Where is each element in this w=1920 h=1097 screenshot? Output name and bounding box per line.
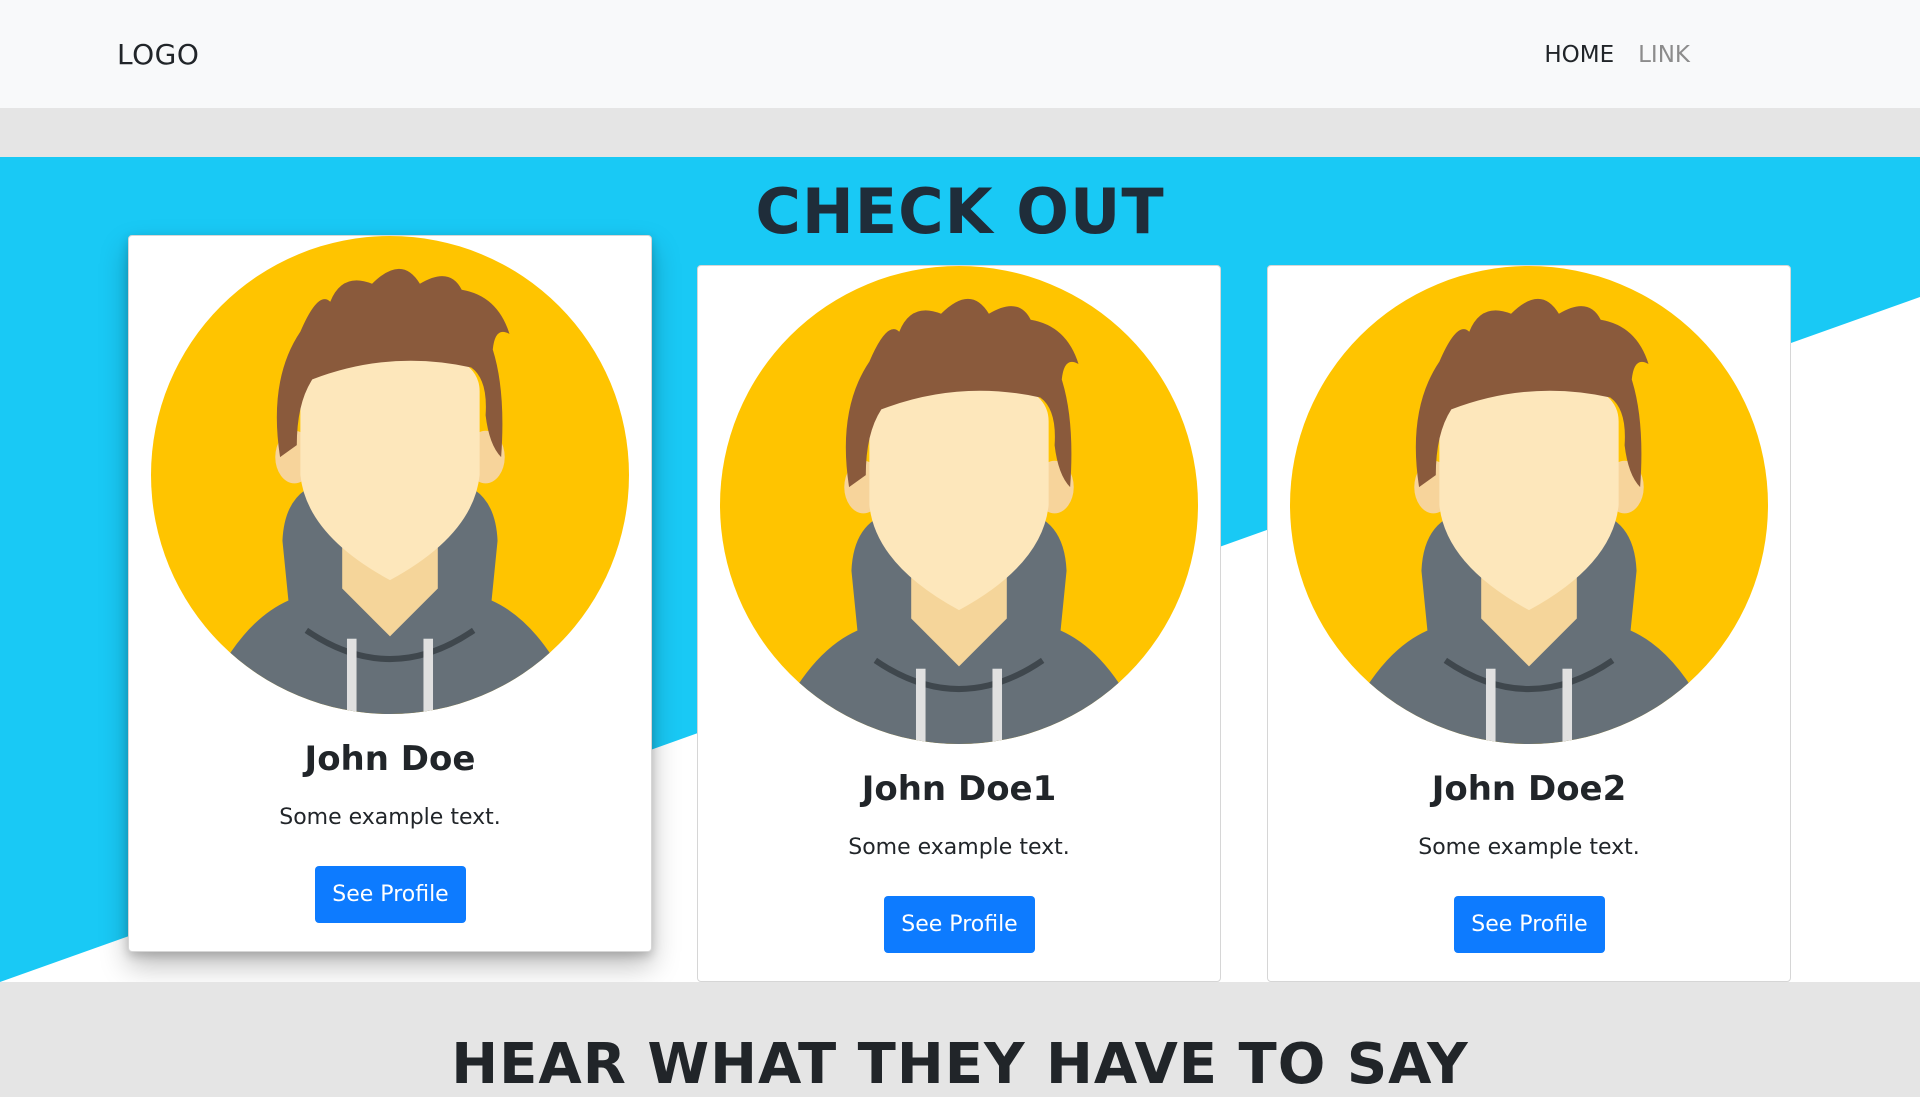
nav-link-home[interactable]: HOME [1544,42,1614,68]
user-avatar-icon [720,266,1198,744]
hero-section: CHECK OUT John Doe Some example text. Se… [0,157,1920,982]
see-profile-button[interactable]: See Profile [884,896,1035,953]
testimonials-title: HEAR WHAT THEY HAVE TO SAY [451,1032,1469,1097]
user-avatar-icon [151,236,629,714]
nav-link-link[interactable]: LINK [1638,42,1690,68]
navbar: LOGO HOME LINK [0,0,1920,108]
logo[interactable]: LOGO [117,38,199,71]
see-profile-button[interactable]: See Profile [1454,896,1605,953]
profile-card: John Doe2 Some example text. See Profile [1267,265,1791,982]
see-profile-button[interactable]: See Profile [315,866,466,923]
card-text: Some example text. [1418,835,1640,860]
card-text: Some example text. [848,835,1070,860]
user-avatar-icon [1290,266,1768,744]
card-text: Some example text. [279,805,501,830]
card-name: John Doe1 [861,769,1057,809]
profile-card: John Doe Some example text. See Profile [128,235,652,952]
profile-card: John Doe1 Some example text. See Profile [697,265,1221,982]
card-name: John Doe [304,739,476,779]
nav-links: HOME LINK [1544,42,1690,68]
card-name: John Doe2 [1431,769,1627,809]
